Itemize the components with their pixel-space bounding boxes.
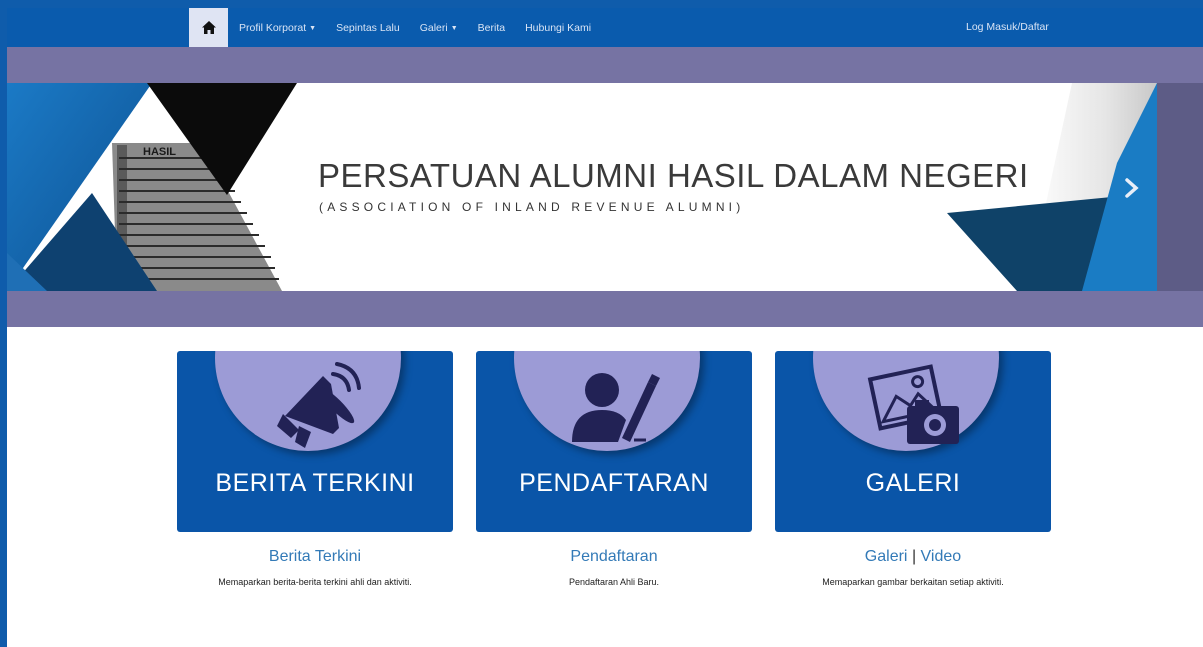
card-title-pendaftaran: Pendaftaran [476, 548, 752, 566]
nav-item-sepintas-lalu[interactable]: Sepintas Lalu [336, 22, 400, 34]
card-title-berita-terkini: Berita Terkini [177, 548, 453, 566]
window-left-border [0, 0, 7, 647]
card-galeri[interactable]: GALERI [775, 351, 1051, 532]
banner-title: PERSATUAN ALUMNI HASIL DALAM NEGERI [318, 157, 1029, 194]
card-label: BERITA TERKINI [215, 469, 415, 497]
home-icon [201, 21, 216, 34]
video-link[interactable]: Video [921, 548, 962, 565]
berita-terkini-link[interactable]: Berita Terkini [269, 548, 361, 565]
nav-item-berita[interactable]: Berita [478, 22, 505, 34]
svg-text:HASIL: HASIL [143, 146, 176, 158]
pendaftaran-link[interactable]: Pendaftaran [570, 548, 657, 565]
card-title-galeri: Galeri | Video [775, 548, 1051, 566]
window-top-border [0, 0, 1203, 8]
user-pen-icon [572, 373, 660, 442]
banner-band-top [7, 47, 1203, 83]
nav-item-label: Sepintas Lalu [336, 21, 400, 34]
card-label: GALERI [865, 469, 961, 497]
card-description: Memaparkan gambar berkaitan setiap aktiv… [822, 577, 1004, 587]
top-navbar: Profil Korporat ▼ Sepintas Lalu Galeri ▼ B… [7, 8, 1203, 47]
galeri-link[interactable]: Galeri [865, 548, 908, 565]
nav-item-galeri[interactable]: Galeri ▼ [420, 22, 458, 34]
banner-subtitle: (ASSOCIATION OF INLAND REVENUE ALUMNI) [319, 200, 745, 214]
megaphone-icon [277, 362, 361, 448]
nav-home-button[interactable] [189, 8, 228, 47]
card-description: Pendaftaran Ahli Baru. [568, 577, 660, 587]
title-separator: | [911, 548, 917, 565]
caret-down-icon: ▼ [309, 24, 317, 32]
card-pendaftaran[interactable]: PENDAFTARAN [476, 351, 752, 532]
card-description: Memaparkan berita-berita terkini ahli da… [218, 577, 412, 587]
carousel-next-button[interactable] [1117, 173, 1147, 203]
nav-item-label: Profil Korporat [239, 21, 307, 34]
nav-item-label: Berita [477, 21, 506, 34]
nav-links: Profil Korporat ▼ Sepintas Lalu Galeri ▼ B… [239, 8, 611, 47]
nav-item-hubungi-kami[interactable]: Hubungi Kami [525, 22, 591, 34]
photo-camera-icon [867, 364, 959, 444]
card-label: PENDAFTARAN [519, 469, 709, 497]
caret-down-icon: ▼ [450, 24, 458, 32]
nav-item-profil-korporat[interactable]: Profil Korporat ▼ [239, 22, 316, 34]
nav-item-label: Hubungi Kami [525, 21, 592, 34]
nav-item-label: Galeri [419, 21, 448, 34]
hero-banner: HASIL PERSATUAN ALUMNI HASIL DALAM NEGER… [7, 83, 1203, 291]
banner-band-bottom [7, 291, 1203, 327]
card-berita-terkini[interactable]: BERITA TERKINI [177, 351, 453, 532]
chevron-right-icon [1125, 178, 1139, 198]
login-register-link[interactable]: Log Masuk/Daftar [966, 8, 1049, 47]
